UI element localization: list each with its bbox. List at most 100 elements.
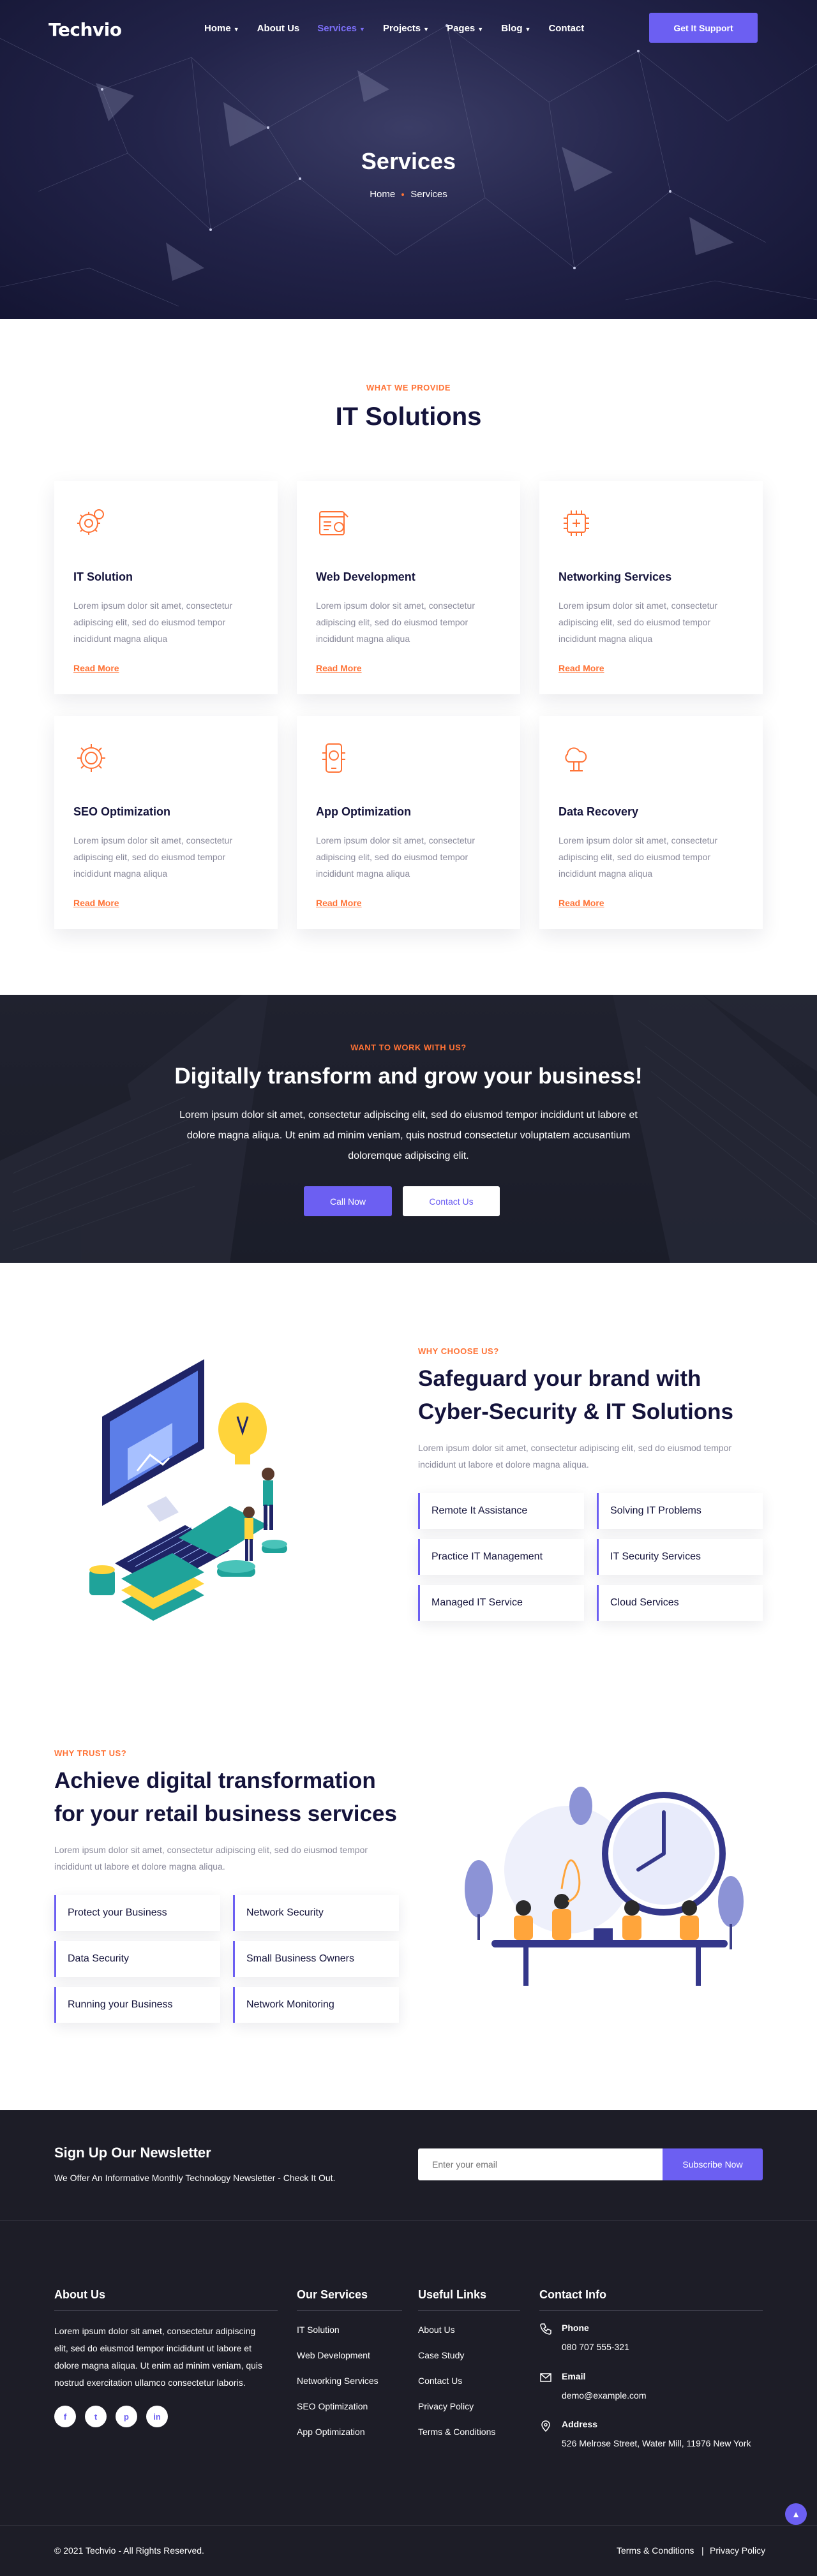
divider [418, 2310, 520, 2311]
services-header: WHAT WE PROVIDE IT Solutions [0, 383, 817, 431]
footer-bottom-divider [0, 2525, 817, 2526]
footer-service-link[interactable]: App Optimization [297, 2427, 365, 2437]
service-card: Data Recovery Lorem ipsum dolor sit amet… [539, 716, 763, 929]
footer-services-title: Our Services [297, 2288, 368, 2301]
footer-service-link[interactable]: IT Solution [297, 2325, 340, 2335]
nav-blog[interactable]: Blog ▼ [501, 23, 530, 34]
data-icon [565, 747, 587, 771]
terms-link[interactable]: Terms & Conditions [617, 2545, 694, 2556]
breadcrumb-home[interactable]: Home [370, 189, 395, 200]
read-more-link[interactable]: Read More [73, 663, 119, 673]
nav-menu: Home ▼ About Us Services ▼ Projects ▼ Pages… [204, 23, 584, 34]
feature-item: Data Security [54, 1941, 220, 1977]
hero-banner: Techvio Home ▼ About Us Services ▼ Project… [0, 0, 817, 319]
nav-services[interactable]: Services ▼ [317, 23, 365, 34]
feature-item: Practice IT Management [418, 1539, 584, 1575]
feature-item: Running your Business [54, 1987, 220, 2023]
newsletter-email-input[interactable] [418, 2148, 664, 2180]
team-meeting-illustration [465, 1787, 744, 1986]
feature-item: Network Security [233, 1895, 399, 1931]
newsletter-text: We Offer An Informative Monthly Technolo… [54, 2173, 336, 2183]
breadcrumb-separator [401, 193, 405, 197]
footer: About Us Lorem ipsum dolor sit amet, con… [0, 2220, 817, 2576]
cta-text: Lorem ipsum dolor sit amet, consectetur … [179, 1110, 638, 1161]
chevron-down-icon: ▼ [423, 26, 430, 33]
footer-useful-link[interactable]: Case Study [418, 2350, 464, 2360]
why-text: Lorem ipsum dolor sit amet, consectetur … [418, 1443, 732, 1470]
service-desc: Lorem ipsum dolor sit amet, consectetur … [73, 600, 232, 644]
nav-home[interactable]: Home ▼ [204, 23, 239, 34]
footer-useful-link[interactable]: About Us [418, 2325, 455, 2335]
service-title: Data Recovery [558, 805, 639, 818]
address-label: Address [562, 2419, 598, 2429]
nav-projects[interactable]: Projects ▼ [383, 23, 429, 34]
seo-gear-icon [77, 744, 105, 772]
call-now-button[interactable]: Call Now [304, 1186, 392, 1216]
footer-about-title: About Us [54, 2288, 105, 2301]
pinterest-icon[interactable]: p [116, 2406, 137, 2427]
service-title: SEO Optimization [73, 805, 171, 818]
trust-text: Lorem ipsum dolor sit amet, consectetur … [54, 1845, 368, 1872]
computer-illustration [89, 1359, 287, 1621]
address-value: 526 Melrose Street, Water Mill, 11976 Ne… [562, 2438, 751, 2448]
facebook-icon[interactable]: f [54, 2406, 76, 2427]
service-card: SEO Optimization Lorem ipsum dolor sit a… [54, 716, 278, 929]
divider [297, 2310, 402, 2311]
mail-icon [540, 2373, 551, 2382]
services-grid: IT Solution Lorem ipsum dolor sit amet, … [0, 481, 817, 941]
footer-about-text: Lorem ipsum dolor sit amet, consectetur … [54, 2326, 263, 2388]
nav-contact[interactable]: Contact [548, 23, 584, 34]
read-more-link[interactable]: Read More [316, 663, 362, 673]
chevron-down-icon: ▼ [525, 26, 531, 33]
feature-item: Network Monitoring [233, 1987, 399, 2023]
read-more-link[interactable]: Read More [558, 898, 604, 908]
chevron-down-icon: ▼ [233, 26, 239, 33]
trust-eyebrow: WHY TRUST US? [54, 1748, 127, 1758]
get-support-button[interactable]: Get It Support [649, 13, 758, 43]
site-logo[interactable]: Techvio [49, 19, 122, 40]
phone-value[interactable]: 080 707 555-321 [562, 2342, 629, 2352]
service-desc: Lorem ipsum dolor sit amet, consectetur … [316, 600, 475, 644]
read-more-link[interactable]: Read More [316, 898, 362, 908]
email-label: Email [562, 2371, 586, 2381]
footer-service-link[interactable]: SEO Optimization [297, 2401, 368, 2411]
subscribe-button[interactable]: Subscribe Now [663, 2148, 763, 2180]
why-eyebrow: WHY CHOOSE US? [418, 1346, 499, 1356]
read-more-link[interactable]: Read More [73, 898, 119, 908]
footer-service-link[interactable]: Networking Services [297, 2376, 379, 2386]
web-icon [319, 511, 349, 535]
feature-item: Protect your Business [54, 1895, 220, 1931]
feature-item: IT Security Services [597, 1539, 763, 1575]
chevron-down-icon: ▼ [359, 26, 365, 33]
footer-links-title: Useful Links [418, 2288, 487, 2301]
scroll-top-button[interactable]: ▲ [785, 2503, 807, 2525]
service-title: App Optimization [316, 805, 411, 818]
footer-separator: | [701, 2545, 704, 2556]
chevron-down-icon: ▼ [477, 26, 484, 33]
newsletter-title: Sign Up Our Newsletter [54, 2145, 211, 2161]
privacy-link[interactable]: Privacy Policy [710, 2545, 765, 2556]
divider [539, 2310, 763, 2311]
service-card: IT Solution Lorem ipsum dolor sit amet, … [54, 481, 278, 694]
service-title: Networking Services [558, 570, 672, 583]
service-card: Networking Services Lorem ipsum dolor si… [539, 481, 763, 694]
footer-useful-link[interactable]: Terms & Conditions [418, 2427, 495, 2437]
why-title: Safeguard your brand with Cyber-Security… [418, 1366, 733, 1424]
service-desc: Lorem ipsum dolor sit amet, consectetur … [73, 835, 232, 879]
location-pin-icon [541, 2420, 550, 2432]
nav-pages[interactable]: Pages ▼ [447, 23, 483, 34]
footer-service-link[interactable]: Web Development [297, 2350, 370, 2360]
feature-item: Managed IT Service [418, 1585, 584, 1621]
twitter-icon[interactable]: t [85, 2406, 107, 2427]
contact-us-button[interactable]: Contact Us [403, 1186, 500, 1216]
email-value[interactable]: demo@example.com [562, 2390, 647, 2401]
newsletter-section: Sign Up Our Newsletter We Offer An Infor… [0, 2110, 817, 2220]
linkedin-icon[interactable]: in [146, 2406, 168, 2427]
nav-about[interactable]: About Us [257, 23, 300, 34]
footer-useful-link[interactable]: Contact Us [418, 2376, 462, 2386]
read-more-link[interactable]: Read More [558, 663, 604, 673]
why-trust-section: WHY TRUST US? Achieve digital transforma… [0, 1748, 817, 2067]
footer-useful-link[interactable]: Privacy Policy [418, 2401, 474, 2411]
services-eyebrow: WHAT WE PROVIDE [366, 383, 451, 392]
gear-icon [77, 509, 104, 535]
